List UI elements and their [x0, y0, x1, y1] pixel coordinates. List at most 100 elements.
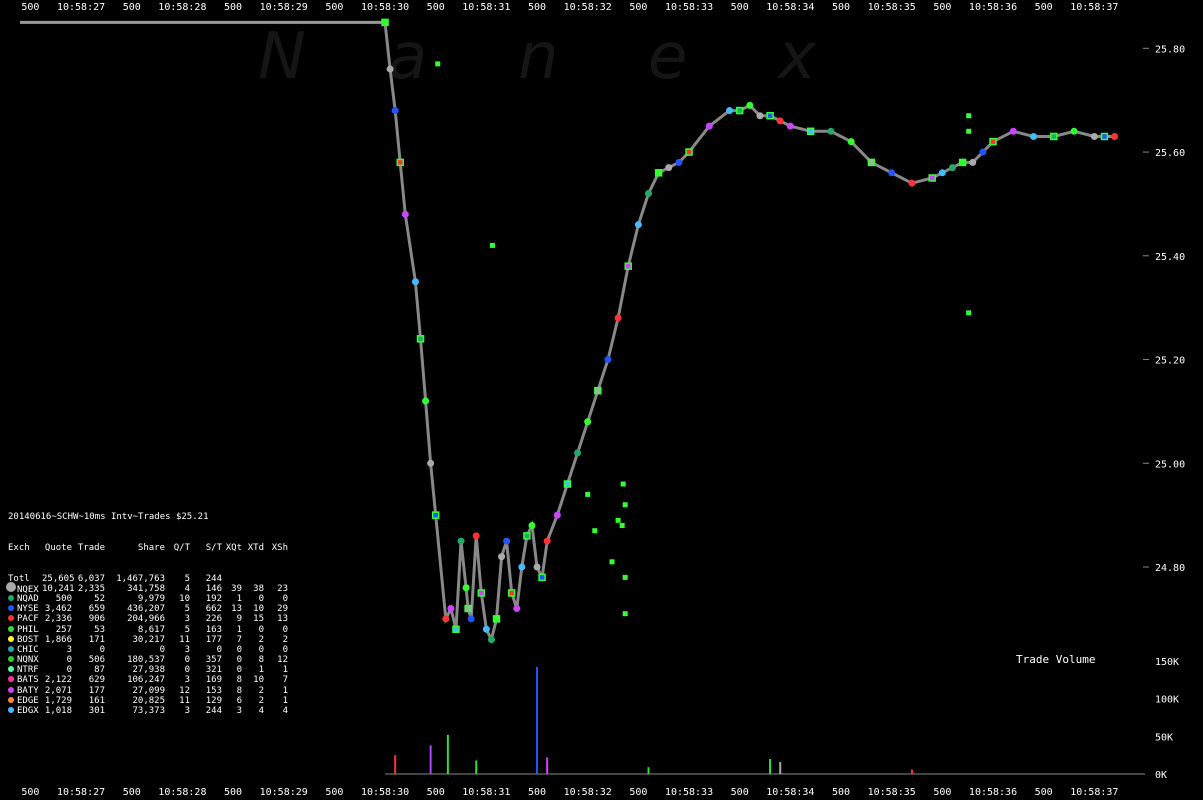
exchange-color-dot	[6, 582, 16, 593]
stats-cell: 7	[264, 675, 288, 685]
stats-cell-text: 321	[205, 665, 222, 676]
x-tick-label: 10:58:29	[260, 787, 308, 798]
x-tick-label: 10:58:30	[361, 2, 409, 13]
trade-point	[391, 107, 399, 115]
trade-point	[386, 65, 394, 73]
exchange-color-dot	[8, 686, 14, 693]
stats-cell: 244	[190, 574, 222, 584]
x-tick-label: 500	[123, 787, 141, 798]
stats-cell: 1,467,763	[105, 574, 165, 584]
stats-cell-text: PHIL	[17, 624, 39, 635]
stats-cell: 1	[222, 625, 242, 635]
y-tick-label: 25.40	[1155, 252, 1185, 263]
stats-cell: 39	[222, 584, 242, 594]
stats-cell: 20,825	[105, 696, 165, 706]
watermark-letter: x	[776, 20, 817, 94]
stats-cell: 0	[42, 665, 72, 675]
stats-cell: CHIC	[8, 645, 42, 655]
exchange-color-dot	[8, 605, 14, 612]
stats-cell: 52	[72, 594, 105, 604]
outlier-point	[622, 502, 628, 508]
stats-row: BOST 1,866 171 30,217 11 177 7 2 2	[8, 635, 288, 645]
stats-cell-text: 180,537	[127, 655, 165, 666]
stats-cell-text: PACF	[17, 614, 39, 625]
stats-row: CHIC 3 0 0 3 0 0 0 0	[8, 645, 288, 655]
stats-cell-text: 629	[88, 675, 105, 686]
stats-row: PHIL 257 53 8,617 5 163 1 0 0	[8, 625, 288, 635]
stats-cell: 659	[72, 604, 105, 614]
stats-cell: 0	[242, 645, 264, 655]
x-tick-label: 10:58:27	[57, 2, 105, 13]
outlier-point	[435, 61, 441, 67]
stats-cell: 5	[165, 574, 190, 584]
stats-cell-text: 10	[253, 675, 264, 686]
stats-cell: 9	[222, 614, 242, 624]
stats-row: EDGX 1,018 301 73,373 3 244 3 4 4	[8, 706, 288, 716]
trade-point	[1090, 132, 1098, 140]
x-tick-label: 10:58:29	[260, 2, 308, 13]
watermark-letter: e	[648, 20, 687, 94]
x-tick-label: 10:58:33	[665, 2, 713, 13]
stats-row: NQAD 500 52 9,979 10 192 1 0 0	[8, 594, 288, 604]
stats-cell: 2,336	[42, 614, 72, 624]
stats-cell: 906	[72, 614, 105, 624]
stats-cell-text: 30,217	[132, 634, 165, 645]
watermark-letter: n	[518, 20, 559, 94]
stats-cell-text: 73,373	[132, 706, 165, 717]
stats-cell-text: EDGX	[17, 706, 39, 717]
stats-cell-text: 2,336	[44, 614, 72, 625]
stats-cell-text: 301	[88, 706, 105, 717]
stats-cell: 2	[242, 696, 264, 706]
stats-cell: 1	[264, 686, 288, 696]
stats-row: BATS 2,122 629 106,247 3 169 8 10 7	[8, 675, 288, 685]
watermark-letter: a	[388, 20, 427, 94]
stats-cell: BOST	[8, 635, 42, 645]
trade-point	[513, 605, 521, 613]
stats-cell-text: 129	[205, 695, 222, 706]
x-tick-label: 10:58:34	[766, 2, 814, 13]
stats-cell-text: 12	[277, 655, 288, 666]
stats-cell: 15	[242, 614, 264, 624]
stats-cell: PHIL	[8, 625, 42, 635]
stats-cell-text: 8,617	[137, 624, 165, 635]
trade-point	[634, 221, 642, 229]
trade-point	[604, 356, 612, 364]
stats-cell-text: 357	[205, 655, 222, 666]
x-tick-label: 500	[528, 2, 546, 13]
stats-cell: 321	[190, 665, 222, 675]
stats-cell: 1,729	[42, 696, 72, 706]
stats-header-cell: Q/T	[173, 543, 190, 554]
stats-cell-text: 659	[88, 604, 105, 615]
stats-cell-text: NQNX	[17, 655, 39, 666]
stats-cell-text: 1	[282, 665, 288, 676]
x-tick-label: 500	[832, 787, 850, 798]
stats-header-cell: Quote	[44, 543, 72, 554]
x-tick-label: 10:58:30	[361, 787, 409, 798]
stats-cell-text: 106,247	[127, 675, 165, 686]
stats-row: NYSE 3,462 659 436,207 5 662 13 10 29	[8, 604, 288, 614]
stats-cell: 180,537	[105, 655, 165, 665]
stats-row: NQEX 10,241 2,335 341,758 4 146 39 38 23	[6, 582, 288, 595]
exchange-color-dot	[8, 666, 14, 673]
trade-point	[705, 122, 713, 130]
stats-cell: 0	[42, 655, 72, 665]
stats-cell: 10	[165, 594, 190, 604]
stats-cell: 0	[264, 645, 288, 655]
stats-cell-text: 25,605	[42, 573, 75, 584]
stats-cell-text: 226	[205, 614, 222, 625]
trade-point	[888, 169, 896, 177]
stats-row: BATY 2,071 177 27,099 12 153 8 2 1	[8, 686, 288, 696]
stats-cell: 11	[165, 696, 190, 706]
stats-cell: 106,247	[105, 675, 165, 685]
stats-cell: 87	[72, 665, 105, 675]
stats-cell-text: 29	[277, 604, 288, 615]
stats-cell: 129	[190, 696, 222, 706]
exchange-stats-table: 20140616~SCHW~10ms Intv~Trades $25.21 Ex…	[6, 492, 288, 726]
stats-cell: NQNX	[8, 655, 42, 665]
stats-cell: 0	[222, 655, 242, 665]
stats-cell: 7	[222, 635, 242, 645]
trade-point	[574, 449, 582, 457]
stats-cell: 0	[190, 645, 222, 655]
stats-row: NQNX 0 506 180,537 0 357 0 8 12	[8, 655, 288, 665]
stats-cell: 204,966	[105, 614, 165, 624]
